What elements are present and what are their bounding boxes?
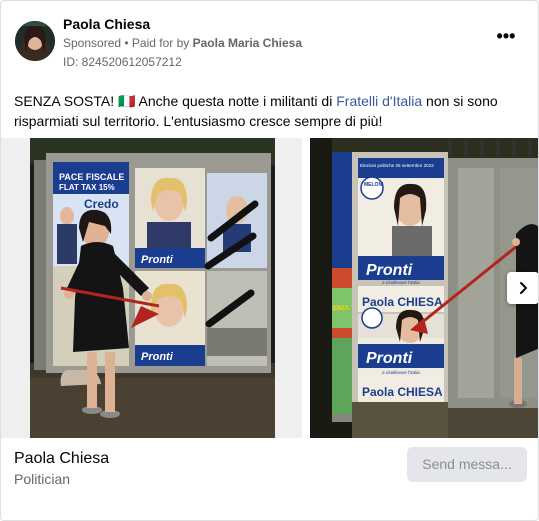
poster-date-line: Elezioni politiche 25 settembre 2022 <box>360 163 434 168</box>
poster-pronti-sub-b: a risollevare l'Italia <box>382 370 420 375</box>
poster-meloni: MELONI <box>364 182 384 188</box>
post-text: SENZA SOSTA! 🇮🇹 Anche questa notte i mil… <box>14 91 529 131</box>
poster-pace-fiscale: PACE FISCALE <box>59 172 124 182</box>
ad-id: ID: 824520612057212 <box>63 55 182 69</box>
poster-credo: Credo <box>84 197 119 211</box>
poster-pronti-a: Pronti <box>366 262 413 279</box>
poster-photo-1: PACE FISCALE FLAT TAX 15% Credo Pronti P… <box>1 138 302 438</box>
fratelli-ditalia-link[interactable]: Fratelli d'Italia <box>336 93 422 109</box>
poster-pronti-b: Pronti <box>366 350 413 367</box>
post-text-start: SENZA SOSTA! <box>14 93 118 109</box>
post-text-middle: Anche questa notte i militanti di <box>135 93 337 109</box>
advertiser-name[interactable]: Paola Chiesa <box>63 16 150 32</box>
italy-flag-icon: 🇮🇹 <box>118 93 136 109</box>
sponsored-line: Sponsored • Paid for by Paola Maria Chie… <box>63 36 302 50</box>
chevron-right-icon <box>520 282 527 294</box>
carousel-slide-2[interactable]: ENZA TASSA TURO Elezioni politiche 25 se… <box>310 138 538 438</box>
footer-page-category: Politician <box>14 471 71 487</box>
carousel-slide-1[interactable]: PACE FISCALE FLAT TAX 15% Credo Pronti P… <box>1 138 302 438</box>
paid-for-name: Paola Maria Chiesa <box>192 36 303 50</box>
more-options-icon[interactable]: ••• <box>494 27 518 53</box>
poster-candidate-top: Paola CHIESA <box>362 295 443 309</box>
paid-for-prefix: Paid for by <box>131 36 193 50</box>
poster-pronti-bottom: Pronti <box>141 351 174 363</box>
footer-page-name[interactable]: Paola Chiesa <box>14 450 109 468</box>
image-carousel: PACE FISCALE FLAT TAX 15% Credo Pronti P… <box>1 138 538 438</box>
poster-pronti-sub-a: a risollevare l'Italia <box>382 280 420 285</box>
separator-dot: • <box>121 36 132 50</box>
poster-flat-tax: FLAT TAX 15% <box>59 183 115 192</box>
ad-header: Paola Chiesa Sponsored • Paid for by Pao… <box>1 1 538 81</box>
carousel-next-button[interactable] <box>507 272 538 304</box>
poster-pronti-top: Pronti <box>141 254 174 266</box>
sponsored-label: Sponsored <box>63 36 122 50</box>
poster-photo-2: ENZA TASSA TURO Elezioni politiche 25 se… <box>310 138 538 438</box>
send-message-button[interactable]: Send messa... <box>407 447 527 482</box>
avatar[interactable] <box>15 21 55 61</box>
ad-card: Paola Chiesa Sponsored • Paid for by Pao… <box>0 0 539 521</box>
poster-candidate-bottom: Paola CHIESA <box>362 385 443 399</box>
